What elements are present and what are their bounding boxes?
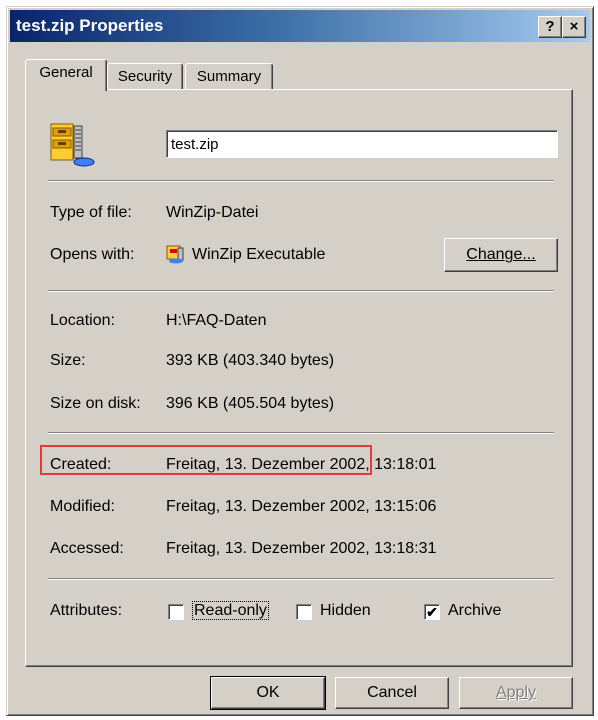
accessed-value: Freitag, 13. Dezember 2002, 13:18:31 — [166, 540, 437, 557]
general-tab-panel: test.zip Type of file: WinZip-Datei Open… — [25, 89, 573, 667]
read-only-checkbox[interactable] — [168, 604, 184, 620]
file-name-input[interactable]: test.zip — [166, 130, 558, 158]
cancel-button[interactable]: Cancel — [335, 677, 449, 709]
close-button[interactable]: × — [562, 16, 586, 38]
tab-security-label: Security — [117, 68, 173, 85]
tab-summary-label: Summary — [196, 68, 262, 85]
window-title: test.zip Properties — [16, 16, 164, 35]
winzip-app-icon — [166, 244, 186, 264]
read-only-label[interactable]: Read-only — [192, 601, 269, 620]
size-label: Size: — [50, 352, 86, 369]
location-value: H:\FAQ-Daten — [166, 312, 267, 329]
created-label: Created: — [50, 456, 112, 473]
change-button-label: Change... — [466, 246, 536, 263]
modified-value: Freitag, 13. Dezember 2002, 13:15:06 — [166, 498, 437, 515]
modified-label: Modified: — [50, 498, 115, 515]
tab-security[interactable]: Security — [107, 63, 183, 90]
archive-label[interactable]: Archive — [448, 602, 501, 620]
created-value: Freitag, 13. Dezember 2002, 13:18:01 — [166, 456, 437, 473]
apply-button-label: Apply — [495, 684, 537, 701]
separator — [48, 290, 554, 292]
apply-button[interactable]: Apply — [459, 677, 573, 709]
accessed-label: Accessed: — [50, 540, 124, 557]
winzip-archive-icon — [48, 120, 98, 168]
hidden-label[interactable]: Hidden — [320, 602, 371, 620]
properties-dialog: test.zip Properties ? × General Security… — [6, 6, 594, 716]
separator — [48, 180, 554, 182]
type-of-file-label: Type of file: — [50, 204, 132, 221]
separator — [48, 432, 554, 434]
tab-general-label: General — [39, 64, 93, 81]
tab-general[interactable]: General — [25, 59, 107, 91]
hidden-checkbox[interactable] — [296, 604, 312, 620]
location-label: Location: — [50, 312, 115, 329]
opens-with-value: WinZip Executable — [192, 246, 326, 263]
tab-summary[interactable]: Summary — [185, 63, 273, 90]
checkmark-icon: ✔ — [426, 604, 438, 620]
opens-with-label: Opens with: — [50, 246, 135, 263]
separator — [48, 578, 554, 580]
help-button[interactable]: ? — [538, 16, 562, 38]
attributes-label: Attributes: — [50, 602, 123, 619]
size-value: 393 KB (403.340 bytes) — [166, 352, 335, 369]
change-button[interactable]: Change... — [444, 238, 558, 272]
size-on-disk-value: 396 KB (405.504 bytes) — [166, 395, 335, 412]
ok-button[interactable]: OK — [210, 676, 326, 710]
title-bar[interactable]: test.zip Properties ? × — [10, 10, 590, 42]
archive-checkbox[interactable]: ✔ — [424, 604, 440, 620]
read-only-text: Read-only — [192, 601, 269, 620]
size-on-disk-label: Size on disk: — [50, 395, 141, 412]
type-of-file-value: WinZip-Datei — [166, 204, 259, 221]
